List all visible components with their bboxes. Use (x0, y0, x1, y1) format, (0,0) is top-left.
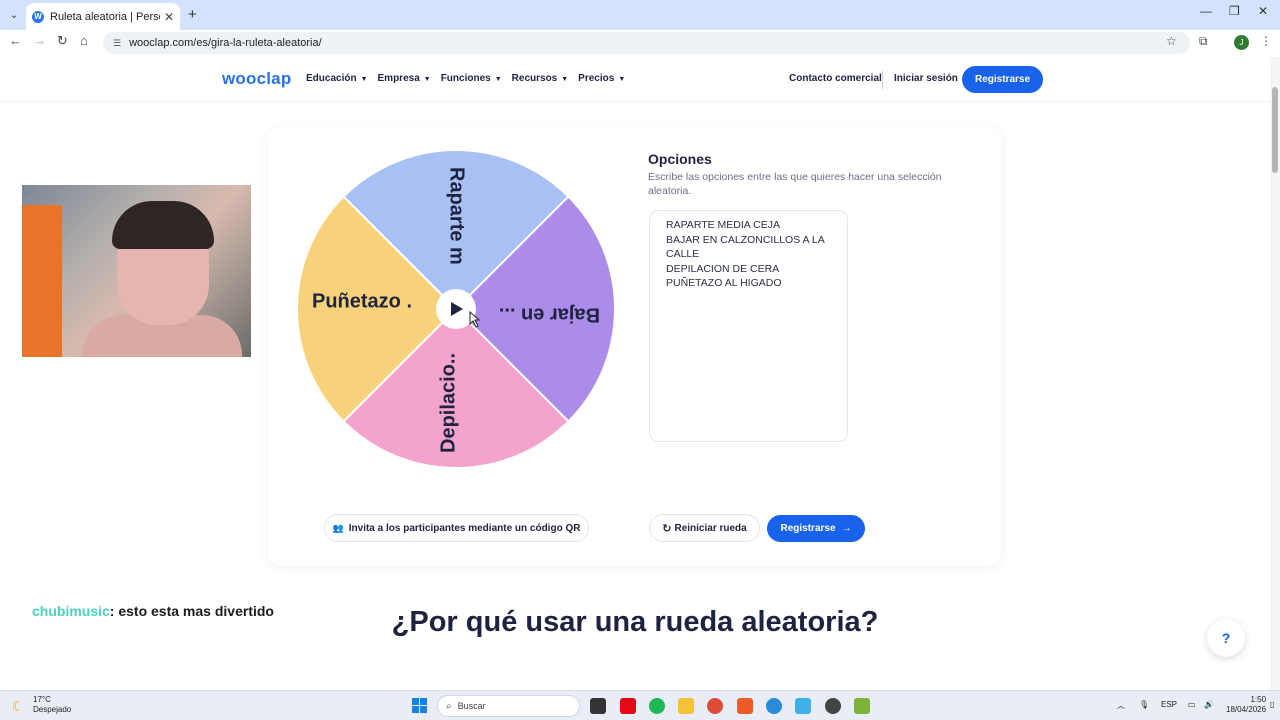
new-tab-icon[interactable]: + (188, 6, 197, 23)
restore-icon[interactable]: ❐ (1229, 4, 1240, 18)
url-text: wooclap.com/es/gira-la-ruleta-aleatoria/ (129, 37, 322, 49)
random-wheel[interactable]: Raparte m Bajar en ... Depilacio.. Puñet… (296, 149, 616, 469)
reload-icon[interactable]: ↻ (57, 33, 68, 49)
option-line: PUÑETAZO AL HIGADO (666, 277, 782, 289)
wheel-label-left: Puñetazo . (312, 290, 412, 312)
task-view-icon[interactable] (590, 698, 606, 714)
webcam-overlay (22, 185, 251, 357)
close-tab-icon[interactable]: ✕ (164, 10, 174, 24)
back-icon[interactable]: ← (9, 33, 22, 48)
app-icon[interactable] (854, 698, 870, 714)
site-info-icon[interactable]: ☰ (113, 38, 121, 49)
wooclap-logo[interactable]: wooclap (222, 69, 291, 89)
chevron-down-icon: ▼ (561, 76, 569, 83)
scrollbar-thumb[interactable] (1272, 87, 1278, 173)
wooclap-favicon-icon: W (32, 10, 44, 23)
windows-taskbar: ☾ 17°C Despejado ⌕ Buscar ︿ 🎙 ESP ▭ 🔊 1:… (0, 690, 1280, 720)
window-close-icon[interactable]: ✕ (1258, 4, 1268, 18)
network-icon[interactable]: ▭ (1188, 700, 1196, 709)
webcam-vest (22, 205, 62, 357)
options-title: Opciones (648, 151, 712, 167)
app-icon[interactable] (795, 698, 811, 714)
volume-icon[interactable]: 🔊 (1204, 700, 1214, 709)
contact-sales-link[interactable]: Contacto comercial (789, 73, 882, 84)
users-icon: 👥 (332, 522, 344, 533)
tray-chevron-up-icon[interactable]: ︿ (1117, 700, 1125, 711)
browser-toolbar: ← → ↻ ⌂ ☰ wooclap.com/es/gira-la-ruleta-… (0, 30, 1280, 56)
nav-item-precios[interactable]: Precios ▼ (578, 73, 625, 84)
chrome-icon[interactable] (707, 698, 723, 714)
header-register-button[interactable]: Registrarse (962, 66, 1043, 93)
invite-qr-button[interactable]: 👥 Invita a los participantes mediante un… (324, 514, 589, 542)
app-icon[interactable] (825, 698, 841, 714)
language-indicator[interactable]: ESP (1161, 700, 1177, 709)
site-header: wooclap Educación ▼ Empresa ▼ Funciones ▼ R… (0, 57, 1270, 102)
minimize-icon[interactable]: — (1200, 4, 1212, 18)
taskbar-clock[interactable]: 1:50 18/04/2026 (1226, 695, 1266, 715)
nav-item-empresa[interactable]: Empresa ▼ (378, 73, 431, 84)
option-line: DEPILACION DE CERA (666, 262, 780, 275)
page-scrollbar[interactable] (1270, 57, 1280, 690)
spotify-icon[interactable] (649, 698, 665, 714)
chevron-down-icon: ▼ (360, 76, 368, 83)
search-icon: ⌕ (446, 700, 452, 712)
taskbar-search[interactable]: ⌕ Buscar (437, 695, 580, 717)
webcam-hair (112, 201, 214, 249)
weather-widget[interactable]: 17°C Despejado (33, 695, 71, 715)
app-icon[interactable] (737, 698, 753, 714)
file-explorer-icon[interactable] (678, 698, 694, 714)
option-line: BAJAR EN CALZONCILLOS A LA CALLE (666, 233, 825, 261)
wheel-label-right: Bajar en ... (499, 304, 600, 326)
netflix-icon[interactable] (620, 698, 636, 714)
tab-title: Ruleta aleatoria | Personaliza y (50, 10, 160, 23)
bookmark-star-icon[interactable]: ☆ (1166, 34, 1177, 48)
chat-username: chubimusic (32, 603, 110, 619)
notification-icon[interactable]: ▯ (1270, 700, 1274, 709)
tab-list-icon[interactable]: ⌄ (1, 2, 27, 28)
header-divider (882, 71, 883, 89)
option-line: RAPARTE MEDIA CEJA (666, 219, 780, 231)
nav-item-funciones[interactable]: Funciones ▼ (441, 73, 502, 84)
chevron-down-icon: ▼ (618, 76, 626, 83)
help-button[interactable]: ? (1207, 619, 1245, 657)
reset-wheel-button[interactable]: ↻ Reiniciar rueda (649, 514, 760, 542)
chevron-down-icon: ▼ (423, 76, 431, 83)
chevron-down-icon: ▼ (494, 76, 502, 83)
moon-weather-icon: ☾ (12, 698, 25, 714)
main-nav: Educación ▼ Empresa ▼ Funciones ▼ Recursos ▼… (306, 73, 625, 84)
profile-avatar[interactable]: J (1234, 35, 1249, 50)
chat-overlay: chubimusic : esto esta mas divertido (22, 598, 284, 624)
options-textarea[interactable]: RAPARTE MEDIA CEJA BAJAR EN CALZONCILLOS… (649, 210, 848, 442)
arrow-right-icon: → (841, 523, 852, 534)
address-bar[interactable]: ☰ wooclap.com/es/gira-la-ruleta-aleatori… (103, 32, 1190, 54)
browser-tab[interactable]: W Ruleta aleatoria | Personaliza y ✕ (26, 3, 180, 30)
refresh-icon: ↻ (662, 522, 672, 535)
nav-item-recursos[interactable]: Recursos ▼ (512, 73, 569, 84)
wheel-label-bottom: Depilacio.. (437, 353, 459, 453)
windows-start-icon[interactable] (412, 698, 427, 713)
edge-icon[interactable] (766, 698, 782, 714)
more-menu-icon[interactable]: ⋮ (1260, 34, 1272, 48)
wheel-label-top: Raparte m (446, 167, 468, 265)
microphone-icon[interactable]: 🎙 (1139, 700, 1149, 709)
chat-message: : esto esta mas divertido (109, 603, 274, 619)
nav-item-educacion[interactable]: Educación ▼ (306, 73, 368, 84)
register-button[interactable]: Registrarse → (767, 515, 865, 542)
forward-icon[interactable]: → (33, 33, 46, 48)
browser-tab-bar: ⌄ W Ruleta aleatoria | Personaliza y ✕ +… (0, 0, 1280, 30)
options-description: Escribe las opciones entre las que quier… (648, 171, 942, 197)
extensions-icon[interactable]: ⧉ (1199, 34, 1208, 49)
login-link[interactable]: Iniciar sesión (894, 73, 958, 84)
home-icon[interactable]: ⌂ (80, 33, 88, 48)
